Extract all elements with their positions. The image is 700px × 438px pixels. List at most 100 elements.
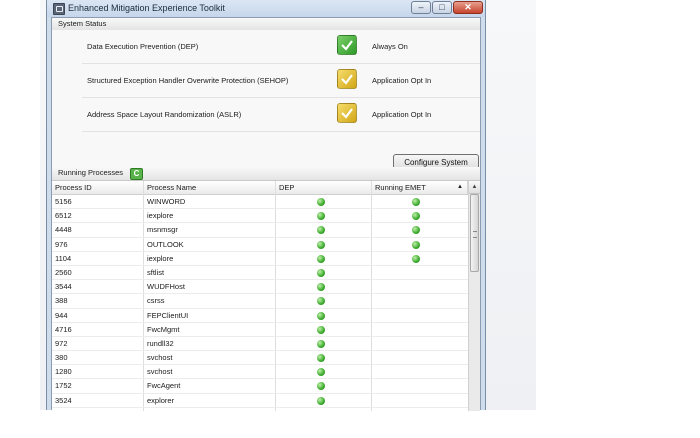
table-row[interactable]: 944 FEPClientUI	[52, 309, 468, 323]
cell-process-id: 1752	[55, 381, 72, 391]
emet-running-icon	[412, 226, 420, 235]
status-row-aslr: Address Space Layout Randomization (ASLR…	[82, 98, 480, 132]
table-row[interactable]: 976 OUTLOOK	[52, 238, 468, 252]
cell-process-name: iexplore	[147, 253, 174, 263]
emet-running-icon	[412, 198, 420, 206]
cell-process-id: 380	[55, 353, 68, 363]
cell-running-emet	[372, 238, 468, 252]
vertical-scrollbar[interactable]: ▲	[468, 181, 480, 411]
cell-process-name: rundll32	[147, 338, 174, 348]
cell-process-name: csrss	[147, 296, 165, 306]
cell-running-emet	[372, 195, 468, 209]
status-value[interactable]: Always On	[372, 42, 408, 51]
cell-process-name: OUTLOOK	[147, 239, 184, 249]
emet-running-icon	[412, 254, 420, 263]
status-value[interactable]: Application Opt In	[372, 76, 431, 85]
cell-running-emet	[372, 351, 468, 365]
status-value[interactable]: Application Opt In	[372, 110, 431, 119]
table-row[interactable]: 1280 svchost	[52, 365, 468, 380]
cell-process-id: 1280	[55, 367, 72, 377]
table-header: Process ID Process Name DEP Running EMET…	[52, 181, 468, 195]
app-icon	[53, 3, 65, 15]
cell-running-emet	[372, 280, 468, 294]
dep-enabled-icon	[317, 354, 325, 363]
cell-dep	[276, 252, 372, 266]
cell-running-emet	[372, 294, 468, 308]
refresh-icon[interactable]: C	[130, 168, 143, 180]
status-row-sehop: Structured Exception Handler Overwrite P…	[82, 64, 480, 98]
table-row[interactable]: 6512 iexplore	[52, 209, 468, 224]
table-row[interactable]: 380 svchost	[52, 351, 468, 366]
dep-enabled-icon	[317, 198, 325, 206]
cell-process-id: 2560	[55, 267, 72, 277]
column-header-running-emet-label: Running EMET	[375, 183, 426, 192]
table-row[interactable]: 1752 FwcAgent	[52, 379, 468, 394]
dep-enabled-icon	[317, 254, 325, 263]
column-header-running-emet[interactable]: Running EMET ▲	[372, 181, 468, 194]
table-row[interactable]: 3524 explorer	[52, 394, 468, 408]
cell-dep	[276, 266, 372, 280]
cell-dep	[276, 379, 372, 393]
cell-process-id: 3524	[55, 395, 72, 405]
cell-process-id: 6512	[55, 211, 72, 221]
table-row[interactable]: 3544 WUDFHost	[52, 280, 468, 295]
maximize-button[interactable]: □	[432, 1, 452, 14]
status-name: Structured Exception Handler Overwrite P…	[87, 76, 289, 85]
dep-enabled-icon	[317, 325, 325, 334]
cell-dep	[276, 223, 372, 237]
cell-process-name: sftlist	[147, 267, 165, 277]
grip-icon	[473, 231, 477, 238]
scroll-thumb[interactable]	[470, 194, 479, 272]
scroll-up-arrow-icon[interactable]: ▲	[469, 181, 480, 194]
cell-dep	[276, 294, 372, 308]
cell-process-name: iexplore	[147, 211, 174, 221]
dep-enabled-icon	[317, 339, 325, 348]
cell-process-id: 388	[55, 296, 68, 306]
dep-enabled-icon	[317, 396, 325, 405]
status-name: Data Execution Prevention (DEP)	[87, 42, 199, 51]
column-header-process-name[interactable]: Process Name	[144, 181, 276, 194]
title-bar[interactable]: Enhanced Mitigation Experience Toolkit ‒…	[47, 0, 485, 17]
cell-process-id: 944	[55, 310, 68, 320]
column-header-dep[interactable]: DEP	[276, 181, 372, 194]
status-check-icon	[337, 69, 357, 89]
system-status-title: System Status	[58, 19, 107, 28]
status-check-icon	[337, 35, 357, 55]
cell-process-id: 4448	[55, 225, 72, 235]
table-row[interactable]: 388 csrss	[52, 294, 468, 309]
table-row[interactable]: 4716 FwcMgmt	[52, 323, 468, 337]
column-header-process-id[interactable]: Process ID	[52, 181, 144, 194]
dep-enabled-icon	[317, 226, 325, 235]
emet-window: Enhanced Mitigation Experience Toolkit ‒…	[46, 0, 486, 411]
table-row[interactable]: 5156 WINWORD	[52, 195, 468, 210]
cell-running-emet	[372, 252, 468, 266]
cell-dep	[276, 323, 372, 337]
table-row[interactable]: 2560 sftlist	[52, 266, 468, 281]
status-check-icon	[337, 103, 357, 123]
cell-dep	[276, 195, 372, 209]
cell-process-id: 972	[55, 338, 68, 348]
table-row[interactable]: 1104 iexplore	[52, 252, 468, 266]
cell-running-emet	[372, 323, 468, 337]
running-processes-header: Running Processes C	[52, 167, 480, 181]
cell-process-name: WINWORD	[147, 197, 186, 206]
cell-running-emet	[372, 337, 468, 351]
running-processes-title: Running Processes	[58, 168, 124, 177]
process-table: Process ID Process Name DEP Running EMET…	[52, 181, 468, 411]
close-button[interactable]: ✕	[453, 1, 483, 14]
cell-running-emet	[372, 309, 468, 323]
cell-dep	[276, 351, 372, 365]
cell-dep	[276, 238, 372, 252]
minimize-button[interactable]: ‒	[411, 1, 431, 14]
system-status-panel: Data Execution Prevention (DEP) Always O…	[52, 30, 480, 172]
cell-dep	[276, 337, 372, 351]
cell-process-name: explorer	[147, 395, 175, 405]
cell-process-name: WUDFHost	[147, 282, 185, 292]
dep-enabled-icon	[317, 368, 325, 377]
status-name: Address Space Layout Randomization (ASLR…	[87, 110, 242, 119]
cell-process-id: 976	[55, 239, 68, 249]
cell-process-name: FwcAgent	[147, 381, 181, 391]
dep-enabled-icon	[317, 283, 325, 292]
table-row[interactable]: 4448 msnmsgr	[52, 223, 468, 238]
table-row[interactable]: 972 rundll32	[52, 337, 468, 352]
